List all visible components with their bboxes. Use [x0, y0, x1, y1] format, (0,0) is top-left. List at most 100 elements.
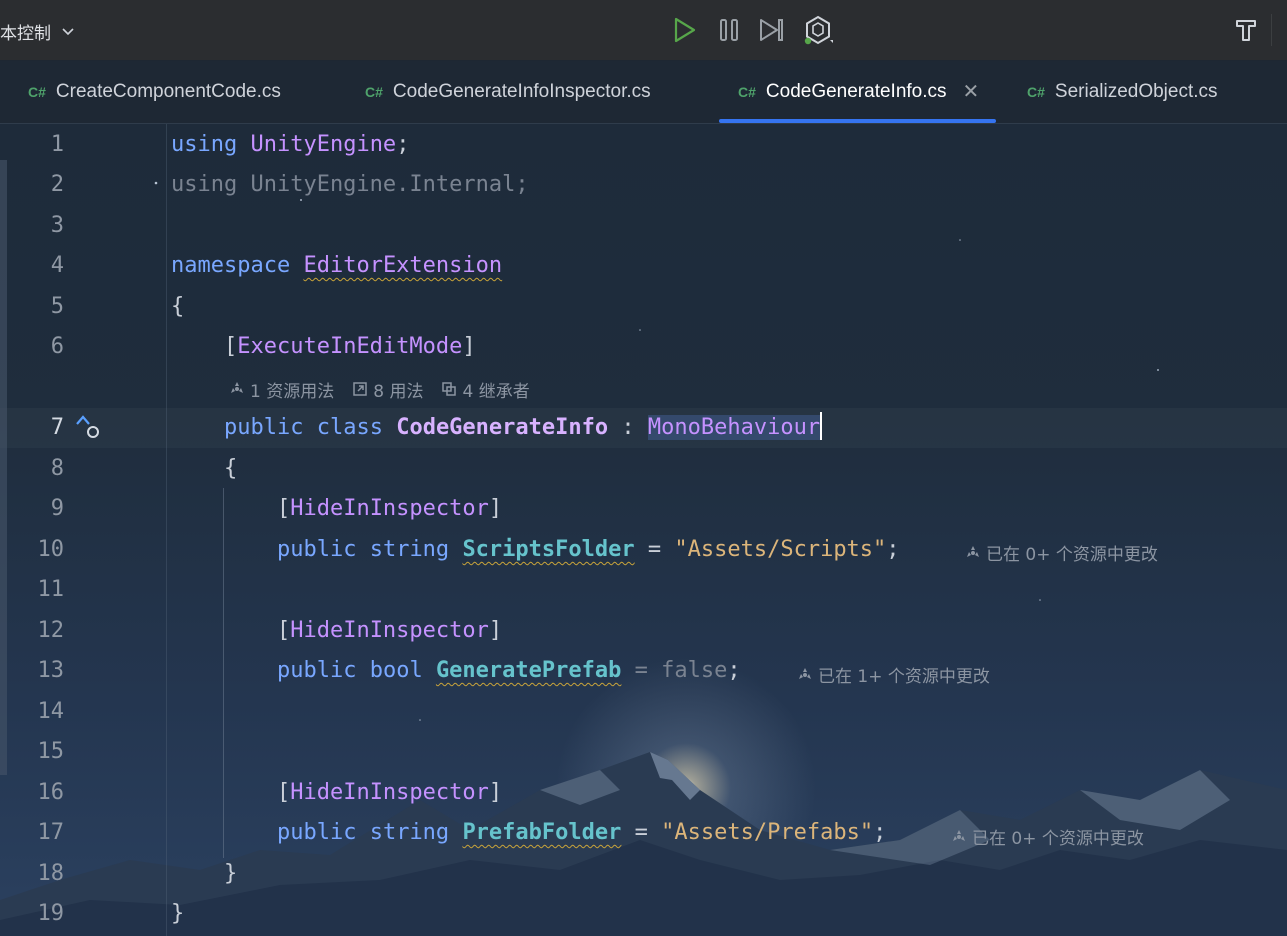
line-number[interactable]: 3 [10, 206, 64, 246]
code-token: ] [462, 334, 476, 359]
code-token: { [171, 294, 185, 319]
tab-label: CreateComponentCode.cs [55, 80, 281, 102]
line-number[interactable]: 6 [10, 327, 64, 367]
line-number[interactable]: 16 [10, 773, 65, 813]
code-token: HideInInspector [290, 780, 489, 805]
code-line-5[interactable]: { [171, 287, 184, 327]
toolbar-separator [1271, 14, 1272, 46]
code-line-10[interactable]: public string ScriptsFolder = "Assets/Sc… [171, 530, 900, 570]
code-line-19[interactable]: } [171, 894, 184, 934]
code-token: EditorExtension [303, 253, 503, 278]
line-number[interactable]: 7 [10, 408, 64, 448]
code-token: ] [488, 780, 503, 805]
line-number[interactable]: 14 [10, 692, 65, 732]
code-line-12[interactable]: [HideInInspector] [171, 611, 502, 651]
code-token: public [276, 658, 357, 683]
close-icon[interactable]: ✕ [963, 79, 980, 104]
line-number[interactable]: 2 [10, 165, 64, 205]
code-line-7[interactable]: public class CodeGenerateInfo : MonoBeha… [171, 408, 823, 448]
code-line-9[interactable]: [HideInInspector] [171, 489, 502, 529]
inlay-hint-label: 已在 0+ 个资源中更改 [986, 545, 1158, 565]
code-token: HideInInspector [290, 496, 489, 521]
csharp-file-icon: C# [28, 83, 46, 100]
code-token: } [171, 901, 185, 926]
vertical-scroll-indicator[interactable] [0, 160, 7, 775]
line-number[interactable]: 11 [10, 570, 65, 610]
code-token: namespace [171, 253, 291, 278]
code-token: [ [276, 780, 291, 805]
tab-create-component-code[interactable]: C# CreateComponentCode.cs [28, 60, 281, 123]
ide-window: 本控制 C# CreateComponentCode.cs C# CodeGen… [0, 0, 1287, 936]
code-line-6[interactable]: [ExecuteInEditMode] [171, 327, 476, 367]
code-lens-label: 1 资源用法 [250, 381, 335, 402]
line-number[interactable]: 10 [10, 530, 65, 570]
run-configuration-selector[interactable]: 本控制 [0, 18, 75, 44]
unity-attach-button[interactable] [802, 14, 834, 46]
code-lens-label: 4 继承者 [462, 381, 530, 402]
line-number[interactable]: 17 [10, 813, 65, 853]
code-token: "Assets/Scripts" [674, 537, 887, 562]
code-line-16[interactable]: [HideInInspector] [171, 773, 502, 813]
code-line-13[interactable]: public bool GeneratePrefab = false; [171, 651, 741, 691]
line-number[interactable]: 9 [10, 489, 64, 529]
build-button[interactable] [1230, 14, 1262, 46]
chevron-down-icon [62, 28, 74, 36]
code-token: = [634, 820, 648, 845]
code-lens-asset-usages[interactable]: 1 资源用法 [229, 377, 334, 402]
csharp-file-icon: C# [365, 83, 383, 100]
inlay-hint-label: 已在 0+ 个资源中更改 [972, 829, 1144, 849]
tab-serialized-object[interactable]: C# SerializedObject.cs [1027, 60, 1218, 123]
step-button[interactable] [756, 14, 788, 46]
code-lens-label: 8 用法 [373, 381, 424, 402]
code-lens-inheritors[interactable]: 4 继承者 [441, 377, 530, 402]
line-number[interactable]: 8 [10, 449, 64, 489]
line-number[interactable]: 5 [10, 287, 64, 327]
code-lens-usages[interactable]: 8 用法 [352, 377, 423, 402]
code-token: UnityEngine [250, 132, 397, 157]
step-icon [760, 19, 783, 41]
unity-asset-icon [953, 829, 965, 841]
run-configuration-label: 本控制 [0, 23, 51, 44]
csharp-file-icon: C# [1027, 83, 1045, 100]
line-number[interactable]: 19 [10, 894, 65, 934]
code-token: using UnityEngine.Internal; [171, 172, 529, 197]
line-number[interactable]: 12 [10, 611, 65, 651]
code-line-18[interactable]: } [171, 854, 237, 894]
unity-script-icon[interactable] [86, 425, 100, 439]
code-token-selected: MonoBehaviour [647, 415, 821, 440]
code-line-8[interactable]: { [171, 449, 237, 489]
csharp-file-icon: C# [738, 83, 756, 100]
code-line-1[interactable]: using UnityEngine; [171, 125, 409, 165]
main-toolbar: 本控制 [0, 0, 1287, 61]
code-token: "Assets/Prefabs" [661, 820, 874, 845]
code-line-2[interactable]: using UnityEngine.Internal; [171, 165, 529, 205]
code-token: public [276, 820, 357, 845]
code-token: PrefabFolder [462, 820, 622, 845]
code-line-17[interactable]: public string PrefabFolder = "Assets/Pre… [171, 813, 886, 853]
tab-code-generate-info-inspector[interactable]: C# CodeGenerateInfoInspector.cs [365, 60, 651, 123]
code-token: ] [488, 618, 503, 643]
code-lens-bar: 1 资源用法 8 用法 4 继承者 [229, 376, 548, 402]
inlay-hint-l17[interactable]: 已在 0+ 个资源中更改 [951, 824, 1144, 849]
code-line-4[interactable]: namespace EditorExtension [171, 246, 502, 286]
line-number[interactable]: 13 [10, 651, 65, 691]
pause-icon [720, 19, 738, 41]
code-token: ] [488, 496, 503, 521]
editor-tab-bar: C# CreateComponentCode.cs C# CodeGenerat… [0, 60, 1287, 124]
code-token: false [661, 658, 728, 683]
code-token: ; [396, 132, 410, 157]
inlay-hint-l10[interactable]: 已在 0+ 个资源中更改 [965, 540, 1158, 565]
line-number[interactable]: 4 [10, 246, 64, 286]
code-token: HideInInspector [290, 618, 489, 643]
pause-button[interactable] [713, 14, 745, 46]
tab-code-generate-info[interactable]: C# CodeGenerateInfo.cs ✕ [719, 60, 997, 123]
line-number[interactable]: 15 [10, 732, 65, 772]
line-number[interactable]: 1 [10, 125, 64, 165]
inlay-hint-l13[interactable]: 已在 1+ 个资源中更改 [797, 662, 990, 687]
play-icon [674, 17, 696, 43]
line-number[interactable]: 18 [10, 854, 65, 894]
tab-label: CodeGenerateInfo.cs [765, 80, 947, 102]
code-token: GeneratePrefab [435, 658, 622, 683]
run-button[interactable] [668, 14, 700, 46]
code-token: [ [276, 496, 291, 521]
